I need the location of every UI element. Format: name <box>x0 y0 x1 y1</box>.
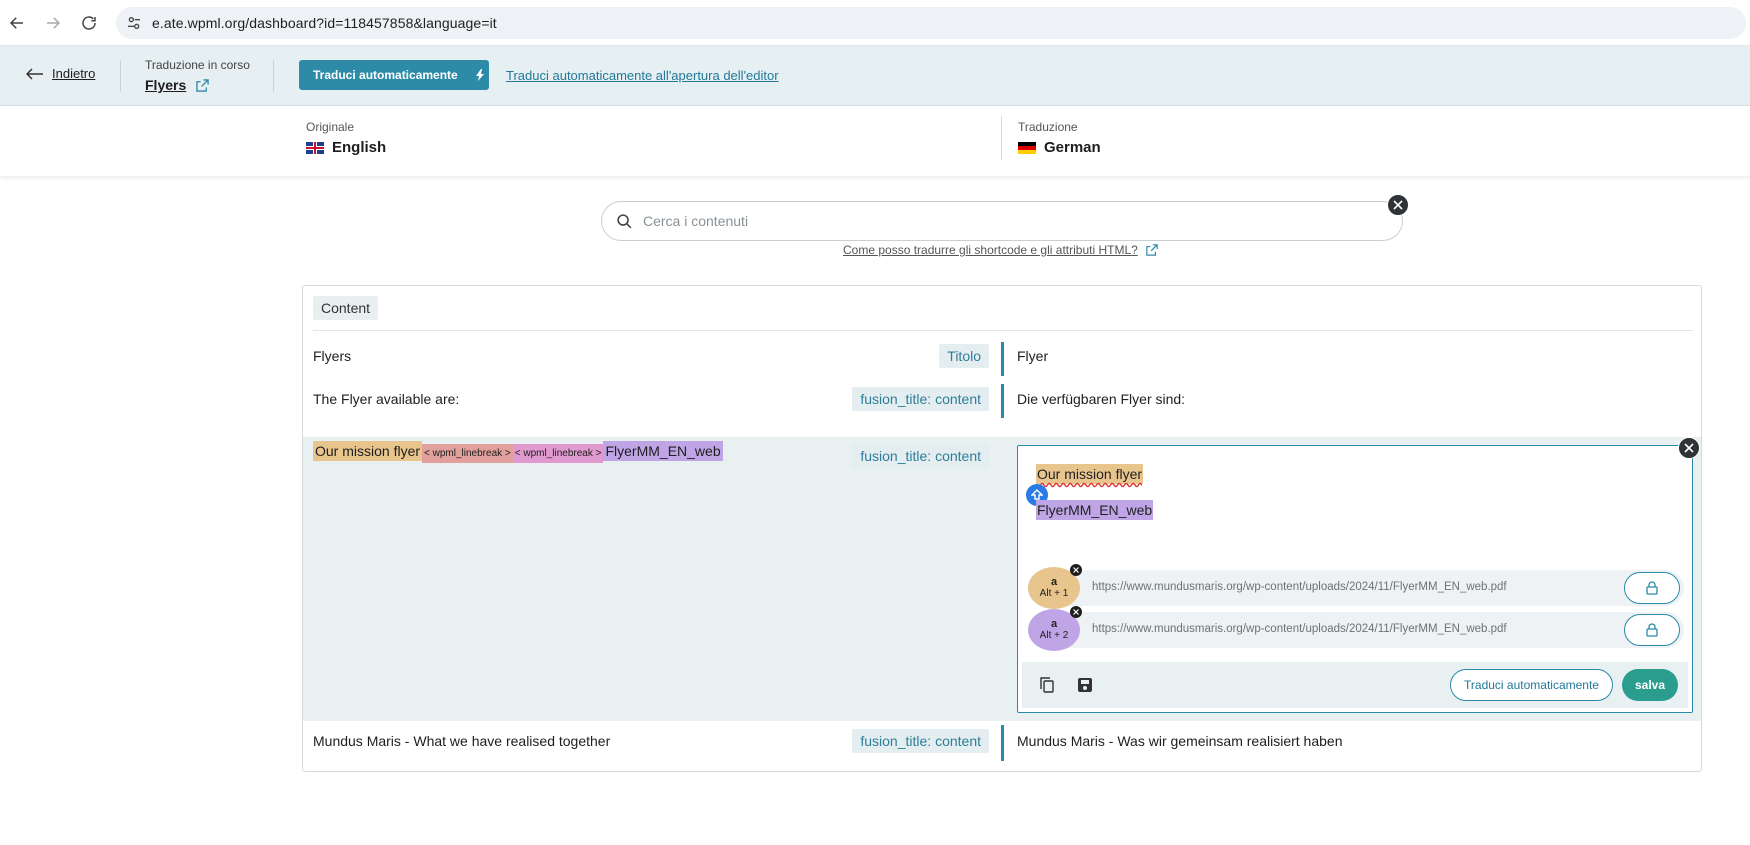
auto-translate-label: Traduci automaticamente <box>313 68 458 82</box>
target-text[interactable]: Die verfügbaren Flyer sind: <box>1017 391 1185 407</box>
segment-type-badge: fusion_title: content <box>852 387 989 411</box>
browser-forward-icon[interactable] <box>41 11 65 35</box>
url-text: e.ate.wpml.org/dashboard?id=118457858&la… <box>152 15 497 31</box>
source-text: Our mission flyer < wpml_linebreak > < wpm… <box>313 441 723 463</box>
linebreak-tag[interactable]: < wpml_linebreak > <box>422 444 513 463</box>
target-marker <box>1001 342 1004 376</box>
attribute-row: a Alt + 2 https://www.mundusmaris.org/wp… <box>1028 606 1684 651</box>
target-marker <box>1001 725 1004 761</box>
segment-type-badge: Titolo <box>939 344 989 368</box>
segment-row[interactable]: The Flyer available are: fusion_title: c… <box>303 382 1701 422</box>
linebreak-tag[interactable]: < wpml_linebreak > <box>512 444 604 463</box>
shortcode-help-label: Come posso tradurre gli shortcode e gli … <box>843 243 1138 257</box>
lock-icon <box>1646 581 1658 595</box>
language-bar: Originale English Traduzione German <box>0 106 1750 176</box>
shortcode-help-link[interactable]: Come posso tradurre gli shortcode e gli … <box>843 243 1158 257</box>
back-label: Indietro <box>52 66 96 81</box>
segment-row-active[interactable]: Our mission flyer < wpml_linebreak > < wpm… <box>303 437 1701 721</box>
browser-back-icon[interactable] <box>5 11 29 35</box>
editor-tag-a-text[interactable]: Our mission flyer <box>1036 464 1144 484</box>
source-text: Mundus Maris - What we have realised tog… <box>313 733 611 749</box>
target-text[interactable]: Mundus Maris - Was wir gemeinsam realisi… <box>1017 733 1342 749</box>
editor-header: Indietro Traduzione in corso Flyers Trad… <box>0 46 1750 106</box>
arrow-left-icon <box>26 67 43 80</box>
segment-type-badge: fusion_title: content <box>852 729 989 753</box>
translation-language-name: German <box>1044 139 1101 156</box>
remove-attribute-icon[interactable] <box>1070 606 1082 618</box>
target-marker <box>1001 384 1004 418</box>
search-input[interactable] <box>643 213 1343 229</box>
source-text: The Flyer available are: <box>313 391 460 407</box>
lock-attribute-button[interactable] <box>1624 572 1680 604</box>
translation-editor[interactable]: Our mission flyer FlyerMM_EN_web a Alt +… <box>1017 445 1693 713</box>
tag-a-segment[interactable]: Our mission flyer <box>313 441 423 461</box>
segment-row[interactable]: Mundus Maris - What we have realised tog… <box>303 721 1701 767</box>
attribute-key: a <box>1050 618 1058 630</box>
header-divider <box>120 60 121 92</box>
close-editor-icon[interactable] <box>1678 437 1700 459</box>
header-divider <box>273 60 274 92</box>
tag-b-segment[interactable]: FlyerMM_EN_web <box>603 441 723 461</box>
editor-auto-translate-button[interactable]: Traduci automaticamente <box>1450 669 1613 701</box>
original-label: Originale <box>306 120 355 134</box>
uk-flag-icon <box>306 141 324 154</box>
language-divider <box>1001 116 1002 160</box>
external-link-icon[interactable] <box>196 78 209 92</box>
back-link[interactable]: Indietro <box>26 66 95 81</box>
attribute-value: https://www.mundusmaris.org/wp-content/u… <box>1092 581 1507 593</box>
lightning-icon <box>475 69 484 81</box>
lock-attribute-button[interactable] <box>1624 614 1680 646</box>
editor-toolbar: Traduci automaticamente salva <box>1022 662 1688 708</box>
lock-icon <box>1646 623 1658 637</box>
auto-translate-on-open-link[interactable]: Traduci automaticamente all'apertura del… <box>506 68 779 83</box>
original-language: Originale English <box>306 120 386 156</box>
translation-label: Traduzione <box>1018 120 1078 134</box>
document-title-link[interactable]: Flyers <box>145 77 186 93</box>
browser-reload-icon[interactable] <box>77 11 101 35</box>
search-clear-icon[interactable] <box>1387 194 1409 216</box>
browser-toolbar: e.ate.wpml.org/dashboard?id=118457858&la… <box>0 0 1750 46</box>
content-panel: Content Flyers Titolo Flyer The Flyer av… <box>302 285 1702 772</box>
search-icon <box>617 213 632 228</box>
glossary-icon[interactable] <box>1076 676 1094 694</box>
address-bar[interactable]: e.ate.wpml.org/dashboard?id=118457858&la… <box>116 7 1746 39</box>
external-link-icon <box>1146 244 1158 256</box>
attribute-value: https://www.mundusmaris.org/wp-content/u… <box>1092 623 1507 635</box>
copy-source-icon[interactable] <box>1038 676 1056 694</box>
source-text: Flyers <box>313 348 352 364</box>
section-tag: Content <box>313 296 379 320</box>
auto-translate-button[interactable]: Traduci automaticamente <box>299 60 489 90</box>
target-text[interactable]: Flyer <box>1017 348 1048 364</box>
translation-status: Traduzione in corso Flyers <box>145 58 250 93</box>
attribute-row: a Alt + 1 https://www.mundusmaris.org/wp… <box>1028 564 1684 609</box>
content-search <box>601 201 1403 241</box>
segment-row[interactable]: Flyers Titolo Flyer <box>303 338 1701 382</box>
attribute-shortcut: Alt + 1 <box>1039 588 1069 599</box>
attribute-key: a <box>1050 576 1058 588</box>
save-button[interactable]: salva <box>1622 669 1678 701</box>
divider <box>313 330 1693 331</box>
germany-flag-icon <box>1018 141 1036 154</box>
editor-tag-b-text[interactable]: FlyerMM_EN_web <box>1036 500 1154 520</box>
remove-attribute-icon[interactable] <box>1070 564 1082 576</box>
segment-type-badge: fusion_title: content <box>852 444 989 468</box>
translation-language: Traduzione German <box>1018 120 1101 156</box>
site-settings-icon[interactable] <box>116 15 152 31</box>
attribute-shortcut: Alt + 2 <box>1039 630 1069 641</box>
status-label: Traduzione in corso <box>145 58 250 72</box>
original-language-name: English <box>332 139 387 156</box>
